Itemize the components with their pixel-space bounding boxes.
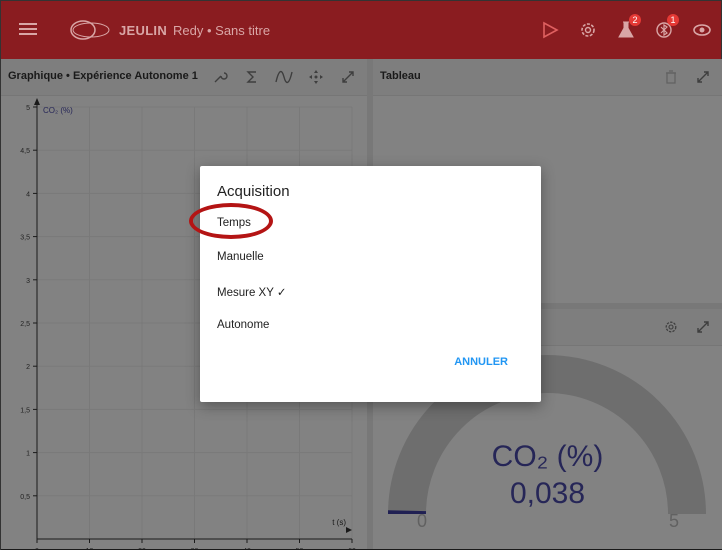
app-brand: JEULIN Redy • Sans titre xyxy=(69,19,270,41)
dialog-title: Acquisition xyxy=(217,183,290,200)
option-autonome[interactable]: Autonome xyxy=(217,319,269,331)
app-toolbar: JEULIN Redy • Sans titre 2 1 xyxy=(1,1,721,59)
eye-icon[interactable] xyxy=(689,17,715,43)
document-title: Redy • Sans titre xyxy=(173,22,271,38)
play-icon[interactable] xyxy=(537,17,563,43)
highlight-circle xyxy=(189,203,273,239)
menu-icon[interactable] xyxy=(19,20,37,38)
flask-icon[interactable]: 2 xyxy=(613,14,641,43)
bluetooth-icon[interactable]: 1 xyxy=(651,14,679,43)
brand-name: JEULIN xyxy=(119,22,168,38)
jeulin-logo-icon xyxy=(70,20,110,40)
option-manuelle[interactable]: Manuelle xyxy=(217,251,264,263)
cancel-button[interactable]: ANNULER xyxy=(454,356,508,368)
gear-icon[interactable] xyxy=(575,17,601,43)
option-mesure-xy[interactable]: Mesure XY ✓ xyxy=(217,285,287,299)
acquisition-dialog: Acquisition Temps Manuelle Mesure XY ✓ A… xyxy=(200,166,541,402)
flask-badge: 2 xyxy=(629,14,641,26)
bluetooth-badge: 1 xyxy=(667,14,679,26)
